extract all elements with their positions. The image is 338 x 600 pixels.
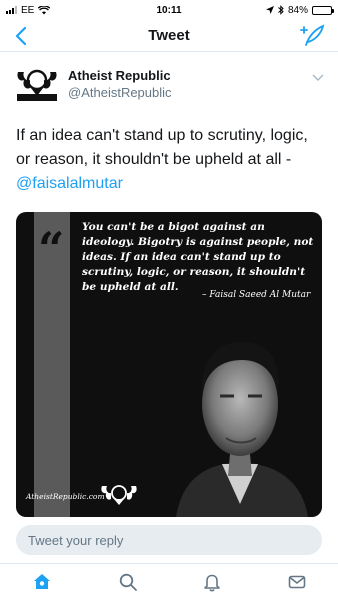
notifications-icon	[204, 574, 220, 592]
messages-icon	[288, 575, 306, 589]
home-icon	[34, 574, 50, 589]
tab-home[interactable]	[29, 569, 55, 595]
battery-icon	[312, 5, 334, 15]
site-watermark: AtheistRepublic.com	[26, 492, 105, 501]
signal-icon	[6, 6, 17, 14]
tab-messages[interactable]	[284, 569, 310, 595]
portrait-photo	[176, 341, 308, 517]
status-time: 10:11	[156, 4, 182, 16]
author-name[interactable]: Atheist Republic	[68, 68, 171, 83]
search-icon	[119, 573, 137, 591]
mention-link[interactable]: @faisalalmutar	[16, 175, 123, 192]
wifi-icon	[38, 5, 51, 14]
status-right: 84%	[265, 4, 334, 16]
quote-attribution: – Faisal Saeed Al Mutar	[202, 290, 311, 300]
quote-mark-icon: “	[38, 222, 65, 276]
nav-bar: Tweet	[0, 20, 338, 52]
chevron-down-icon[interactable]	[312, 72, 324, 82]
compose-tweet-icon[interactable]	[300, 23, 326, 49]
tab-search[interactable]	[115, 569, 141, 595]
author-handle[interactable]: @AtheistRepublic	[68, 85, 172, 100]
tweet-text: If an idea can't stand up to scrutiny, l…	[16, 124, 322, 196]
battery-percent: 84%	[287, 4, 308, 16]
tweet-body: If an idea can't stand up to scrutiny, l…	[16, 127, 308, 168]
avatar[interactable]	[14, 66, 60, 104]
tab-bar	[0, 563, 338, 600]
atheist-republic-logo	[101, 485, 137, 505]
status-bar: EE 10:11 84%	[0, 0, 338, 20]
carrier-label: EE	[21, 4, 35, 16]
tweet-media[interactable]: “ You can't be a bigot against an ideolo…	[16, 212, 322, 517]
tab-notifications[interactable]	[199, 569, 225, 595]
location-icon	[265, 6, 274, 14]
status-left: EE	[6, 4, 51, 16]
reply-input[interactable]	[16, 525, 322, 555]
quote-text: You can't be a bigot against an ideology…	[82, 221, 314, 293]
tweet-header: Atheist Republic @AtheistRepublic	[14, 66, 324, 106]
bluetooth-icon	[278, 5, 284, 15]
page-title: Tweet	[148, 27, 190, 44]
